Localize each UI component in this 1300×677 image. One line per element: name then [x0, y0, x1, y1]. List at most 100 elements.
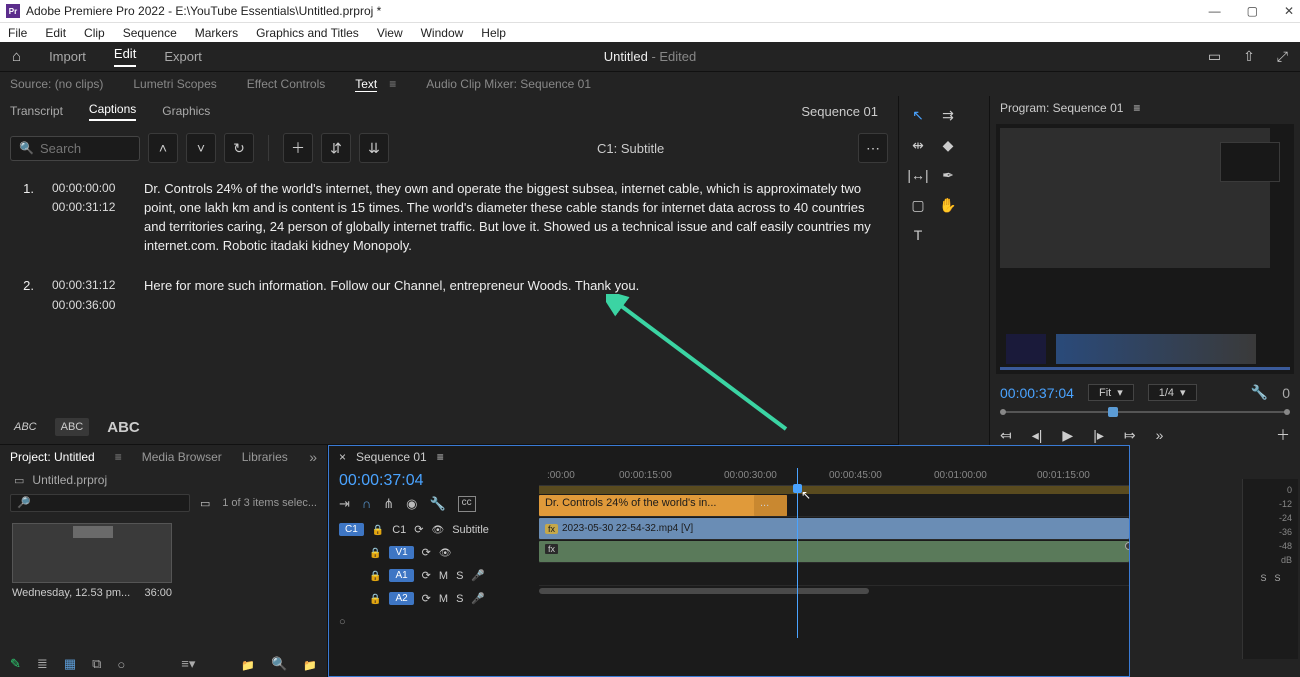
- program-timecode[interactable]: 00:00:37:04: [1000, 385, 1074, 401]
- new-item-icon[interactable]: [303, 657, 317, 672]
- subtab-captions[interactable]: Captions: [89, 102, 136, 121]
- mute-button[interactable]: M: [439, 593, 448, 605]
- menu-window[interactable]: Window: [421, 26, 464, 40]
- add-button-icon[interactable]: ＋: [1276, 425, 1290, 445]
- scrubber-playhead-icon[interactable]: [1108, 407, 1118, 417]
- scrubber-end-icon[interactable]: [1284, 409, 1290, 415]
- track-lock-icon[interactable]: [372, 524, 384, 536]
- play-button[interactable]: ▶: [1062, 427, 1073, 444]
- new-folder-icon[interactable]: [241, 657, 255, 672]
- tab-media-browser[interactable]: Media Browser: [142, 450, 222, 464]
- step-back-button[interactable]: ◂|: [1032, 427, 1043, 444]
- window-minimize-icon[interactable]: —: [1209, 4, 1221, 18]
- pen-tool-icon[interactable]: ✒: [937, 164, 959, 186]
- resolution-dropdown[interactable]: 1/4▾: [1148, 384, 1197, 401]
- project-item-thumbnail[interactable]: [12, 523, 172, 583]
- menu-help[interactable]: Help: [481, 26, 506, 40]
- menu-sequence[interactable]: Sequence: [123, 26, 177, 40]
- caption-search-field[interactable]: [40, 141, 130, 156]
- subtab-transcript[interactable]: Transcript: [10, 104, 63, 118]
- workspace-import[interactable]: Import: [49, 49, 86, 64]
- fit-dropdown[interactable]: Fit▾: [1088, 384, 1134, 401]
- caption-add-button[interactable]: ＋: [283, 133, 313, 163]
- style-option-small[interactable]: ABC: [55, 418, 90, 436]
- icon-view-icon[interactable]: ▦: [64, 656, 76, 672]
- menu-edit[interactable]: Edit: [45, 26, 66, 40]
- track-c1-target[interactable]: C1: [392, 524, 406, 536]
- voice-icon[interactable]: 🎤: [471, 592, 485, 605]
- home-icon[interactable]: ⌂: [12, 48, 21, 65]
- solo-button[interactable]: S: [456, 593, 463, 605]
- panel-overflow-icon[interactable]: »: [309, 449, 317, 465]
- solo-button[interactable]: S: [456, 570, 463, 582]
- caption-clip-2[interactable]: ...: [754, 495, 787, 516]
- program-settings-icon[interactable]: 🔧: [1251, 384, 1268, 401]
- sort-icon[interactable]: ≡▾: [181, 656, 195, 672]
- track-c1-source[interactable]: C1: [339, 523, 364, 536]
- style-option-italic[interactable]: ABC: [14, 421, 37, 433]
- freeform-view-icon[interactable]: ⧉: [92, 656, 101, 672]
- cc-display-icon[interactable]: cc: [458, 496, 476, 512]
- track-lock-icon[interactable]: [369, 593, 381, 605]
- track-eye-icon[interactable]: [439, 547, 452, 559]
- quick-export-icon[interactable]: ▭: [1208, 48, 1221, 65]
- find-icon[interactable]: 🔍: [271, 656, 287, 672]
- menu-clip[interactable]: Clip: [84, 26, 105, 40]
- pencil-icon[interactable]: ✎: [10, 656, 21, 672]
- track-scroll-icon[interactable]: ○: [339, 616, 346, 628]
- tab-project[interactable]: Project: Untitled: [10, 450, 95, 464]
- window-maximize-icon[interactable]: ▢: [1247, 4, 1258, 18]
- list-view-icon[interactable]: ≣: [37, 656, 48, 672]
- share-icon[interactable]: ⇧: [1243, 48, 1255, 65]
- razor-tool-icon[interactable]: ◆: [937, 134, 959, 156]
- caption-text[interactable]: Dr. Controls 24% of the world's internet…: [144, 180, 878, 255]
- caption-search-input[interactable]: 🔍: [10, 136, 140, 161]
- caption-next-button[interactable]: ˅: [186, 133, 216, 163]
- snap-icon[interactable]: ∩: [362, 496, 371, 512]
- marker-icon-tl[interactable]: ◉: [406, 496, 417, 512]
- timeline-h-scrollbar[interactable]: [539, 586, 1129, 596]
- scrubber-start-icon[interactable]: [1000, 409, 1006, 415]
- track-select-forward-icon[interactable]: ⇉: [937, 104, 959, 126]
- timeline-sequence-tab[interactable]: Sequence 01: [356, 450, 427, 464]
- caption-prev-button[interactable]: ˄: [148, 133, 178, 163]
- mute-button[interactable]: M: [439, 570, 448, 582]
- tab-effect-controls[interactable]: Effect Controls: [247, 77, 325, 91]
- tab-lumetri[interactable]: Lumetri Scopes: [133, 77, 216, 91]
- work-area-bar[interactable]: [539, 486, 1129, 494]
- workspace-edit[interactable]: Edit: [114, 46, 136, 67]
- tab-libraries[interactable]: Libraries: [242, 450, 288, 464]
- voice-icon[interactable]: 🎤: [471, 569, 485, 582]
- program-monitor-view[interactable]: [996, 124, 1294, 374]
- playhead[interactable]: ↖: [797, 468, 798, 638]
- caption-split-button[interactable]: ⇵: [321, 133, 351, 163]
- track-lock-icon[interactable]: [369, 547, 381, 559]
- new-bin-icon[interactable]: ▭: [200, 497, 210, 510]
- tab-text-menu-icon[interactable]: ≡: [389, 77, 396, 91]
- insert-mode-icon[interactable]: ⇥: [339, 496, 350, 512]
- program-menu-icon[interactable]: ≡: [1133, 101, 1140, 115]
- tab-source[interactable]: Source: (no clips): [10, 77, 103, 91]
- caption-row[interactable]: 2. 00:00:31:12 00:00:36:00 Here for more…: [20, 277, 878, 316]
- caption-merge-button[interactable]: ⇊: [359, 133, 389, 163]
- track-sync-icon[interactable]: ⟳: [422, 592, 431, 605]
- window-close-icon[interactable]: ✕: [1284, 4, 1294, 18]
- track-eye-icon[interactable]: [432, 524, 445, 536]
- tab-project-menu-icon[interactable]: ≡: [115, 450, 122, 464]
- caption-row[interactable]: 1. 00:00:00:00 00:00:31:12 Dr. Controls …: [20, 180, 878, 255]
- caption-text[interactable]: Here for more such information. Follow o…: [144, 277, 878, 316]
- workspace-export[interactable]: Export: [164, 49, 202, 64]
- program-tab[interactable]: Program: Sequence 01: [1000, 101, 1123, 115]
- track-lock-icon[interactable]: [369, 570, 381, 582]
- timeline-timecode[interactable]: 00:00:37:04: [329, 468, 539, 494]
- track-sync-icon[interactable]: ⟳: [422, 546, 431, 559]
- audio-clip-a1[interactable]: fx: [539, 541, 1129, 562]
- track-sync-icon[interactable]: ⟳: [422, 569, 431, 582]
- settings-icon-tl[interactable]: 🔧: [429, 496, 445, 512]
- mark-in-button[interactable]: ⤆: [1000, 427, 1012, 444]
- menu-markers[interactable]: Markers: [195, 26, 238, 40]
- track-a2-target[interactable]: A2: [389, 592, 413, 605]
- meter-solo-l[interactable]: S: [1260, 573, 1266, 583]
- track-v1-target[interactable]: V1: [389, 546, 413, 559]
- caption-options-button[interactable]: ⋯: [858, 133, 888, 163]
